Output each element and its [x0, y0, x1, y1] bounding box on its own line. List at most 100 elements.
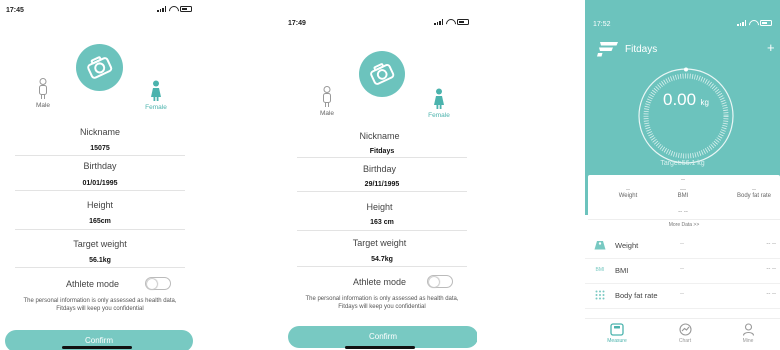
status-bar: 17:45 — [0, 0, 200, 22]
tab-measure-label: Measure — [607, 338, 627, 344]
home-indicator — [345, 346, 415, 349]
summary-bmi-label: BMI — [677, 193, 689, 199]
gender-female-option[interactable]: Female — [423, 88, 455, 119]
weight-icon — [593, 240, 607, 252]
privacy-note: The personal information is only assesse… — [23, 298, 177, 312]
bottom-tab-bar: Measure Chart Mine — [585, 318, 780, 350]
battery-icon — [180, 6, 192, 12]
summary-top-value: -- — [681, 177, 685, 183]
divider — [15, 229, 185, 230]
athlete-mode-label: Athlete mode — [66, 279, 120, 289]
app-title: Fitdays — [625, 44, 658, 55]
profile-screen-1: 17:45 Male Female Nickname 15075 Birthda… — [0, 0, 200, 350]
weight-readout: 0.00 kg — [655, 90, 717, 110]
metric-row-bmi[interactable]: BMI BMI -- -- -- — [585, 259, 780, 284]
summary-bodyfat: -- Body fat rate — [728, 187, 780, 199]
nickname-label: Nickname — [359, 131, 400, 141]
divider — [297, 157, 467, 158]
height-label: Height — [366, 202, 393, 212]
gender-female-option[interactable]: Female — [140, 80, 172, 111]
avatar-camera-button[interactable] — [76, 44, 123, 91]
summary-bodyfat-label: Body fat rate — [736, 193, 772, 199]
divider — [588, 219, 780, 220]
confirm-button[interactable]: Confirm — [288, 326, 477, 348]
divider — [297, 191, 467, 192]
system-icons — [737, 20, 772, 26]
divider — [15, 155, 185, 156]
target-weight-field[interactable]: 54.7kg — [297, 256, 467, 263]
divider — [297, 266, 467, 267]
metric-row-bodyfat[interactable]: Body fat rate -- -- -- — [585, 284, 780, 309]
system-icons — [157, 6, 192, 12]
metric-value: -- — [680, 291, 684, 297]
nickname-label: Nickname — [79, 127, 120, 137]
camera-icon — [370, 63, 395, 85]
scale-icon — [610, 323, 624, 336]
nickname-field[interactable]: Fitdays — [297, 148, 467, 155]
divider — [15, 267, 185, 268]
summary-weight-label: Weight — [618, 193, 638, 199]
home-indicator — [62, 346, 132, 349]
tab-mine-label: Mine — [742, 338, 754, 344]
weight-number: 0.00 — [663, 90, 697, 109]
status-time: 17:49 — [288, 20, 306, 27]
target-weight-field[interactable]: 56.1kg — [15, 257, 185, 264]
chart-icon — [678, 323, 692, 336]
birthday-field[interactable]: 29/11/1995 — [297, 181, 467, 188]
athlete-mode-toggle[interactable] — [427, 275, 453, 288]
signal-icon — [434, 19, 443, 25]
tab-chart-label: Chart — [678, 338, 692, 344]
birthday-label: Birthday — [83, 161, 117, 171]
metric-label: Weight — [615, 241, 639, 250]
summary-bmi: --- BMI — [668, 187, 698, 199]
height-field[interactable]: 165cm — [15, 218, 185, 225]
target-weight-text: Target:56.1 kg — [660, 160, 705, 167]
athlete-mode-toggle[interactable] — [145, 277, 171, 290]
more-data-link[interactable]: More Data >> — [588, 222, 780, 228]
status-time: 17:45 — [6, 7, 24, 14]
birthday-field[interactable]: 01/01/1995 — [15, 180, 185, 187]
tab-measure[interactable]: Measure — [597, 323, 637, 344]
nickname-field[interactable]: 15075 — [15, 145, 185, 152]
weight-unit: kg — [700, 98, 709, 107]
divider — [15, 190, 185, 191]
height-field[interactable]: 163 cm — [297, 219, 467, 226]
signal-icon — [737, 20, 746, 26]
camera-icon — [87, 56, 113, 79]
male-figure-icon — [39, 78, 47, 99]
gender-male-option[interactable]: Male — [314, 86, 340, 117]
male-figure-icon — [323, 86, 331, 107]
wifi-icon — [169, 6, 177, 12]
metric-status: -- -- — [766, 266, 776, 272]
battery-icon — [760, 20, 772, 26]
target-weight-label: Target weight — [352, 238, 407, 248]
gender-male-option[interactable]: Male — [30, 78, 56, 109]
weight-gauge — [638, 67, 734, 164]
battery-icon — [457, 19, 469, 25]
signal-icon — [157, 6, 166, 12]
metric-label: BMI — [615, 266, 629, 275]
bodyfat-icon — [593, 290, 607, 302]
status-bar: 17:49 — [282, 0, 477, 27]
metric-row-weight[interactable]: Weight -- -- -- — [585, 234, 780, 259]
female-label: Female — [145, 104, 167, 111]
male-label: Male — [319, 110, 335, 117]
summary-bottom-value: -- -- — [678, 209, 688, 215]
metric-status: -- -- — [766, 291, 776, 297]
tab-mine[interactable]: Mine — [728, 323, 768, 344]
privacy-note: The personal information is only assesse… — [305, 296, 459, 310]
female-figure-icon — [151, 80, 161, 101]
status-bar: 17:52 — [585, 0, 780, 28]
athlete-mode-label: Athlete mode — [353, 277, 407, 287]
divider — [297, 230, 467, 231]
fitdays-logo-icon — [597, 42, 618, 57]
metric-value: -- — [680, 266, 684, 272]
male-label: Male — [35, 102, 51, 109]
female-figure-icon — [434, 88, 444, 109]
birthday-label: Birthday — [362, 164, 397, 174]
divider — [585, 308, 780, 309]
profile-screen-2: 17:49 Male Female Nickname Fitdays Birth… — [282, 0, 477, 350]
tab-chart[interactable]: Chart — [665, 323, 705, 344]
avatar-camera-button[interactable] — [359, 51, 405, 97]
add-user-button[interactable]: + — [767, 40, 775, 55]
